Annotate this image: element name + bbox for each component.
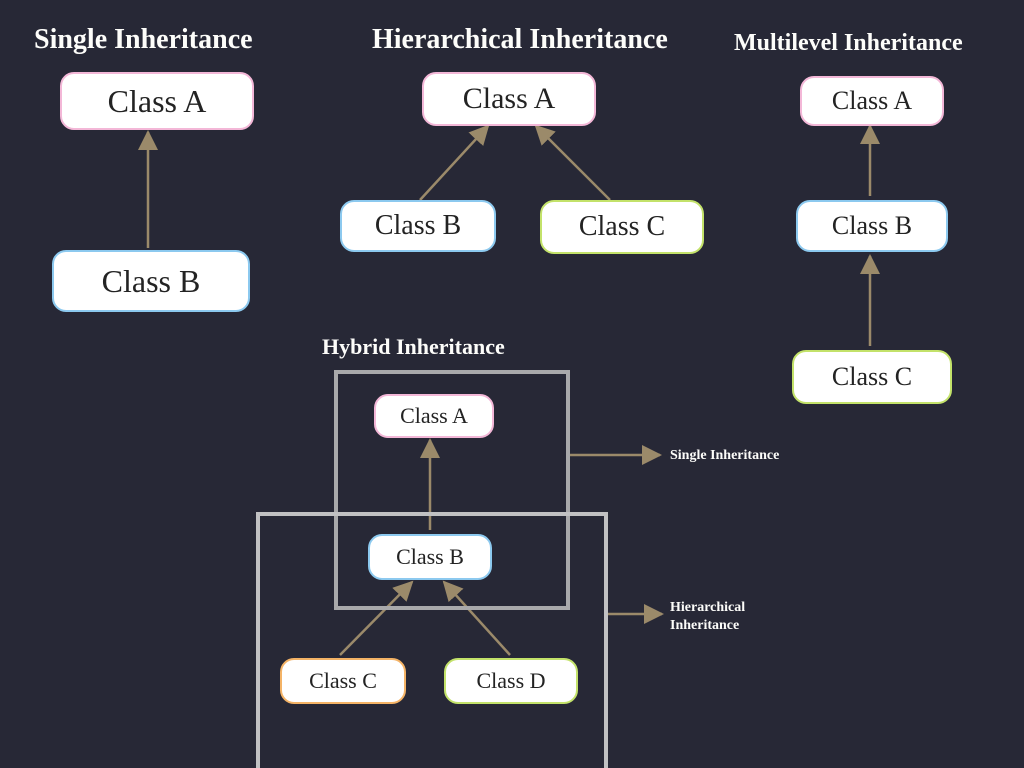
- single-class-b: Class B: [52, 250, 250, 312]
- hybrid-class-c: Class C: [280, 658, 406, 704]
- multi-class-b: Class B: [796, 200, 948, 252]
- hybrid-title: Hybrid Inheritance: [322, 334, 505, 360]
- hybrid-class-a: Class A: [374, 394, 494, 438]
- multi-class-c: Class C: [792, 350, 952, 404]
- hier-class-c: Class C: [540, 200, 704, 254]
- hier-class-b: Class B: [340, 200, 496, 252]
- hybrid-hier-label-1: Hierarchical: [670, 600, 745, 616]
- multilevel-title: Multilevel Inheritance: [734, 30, 963, 57]
- single-class-a: Class A: [60, 72, 254, 130]
- hier-class-a: Class A: [422, 72, 596, 126]
- hybrid-class-d: Class D: [444, 658, 578, 704]
- hierarchical-title: Hierarchical Inheritance: [372, 24, 668, 56]
- hybrid-single-label: Single Inheritance: [670, 448, 779, 464]
- hybrid-class-b: Class B: [368, 534, 492, 580]
- multi-class-a: Class A: [800, 76, 944, 126]
- inheritance-diagram: Single Inheritance Class A Class B Hiera…: [0, 0, 1024, 768]
- hybrid-hier-label-2: Inheritance: [670, 618, 739, 634]
- single-title: Single Inheritance: [34, 24, 253, 56]
